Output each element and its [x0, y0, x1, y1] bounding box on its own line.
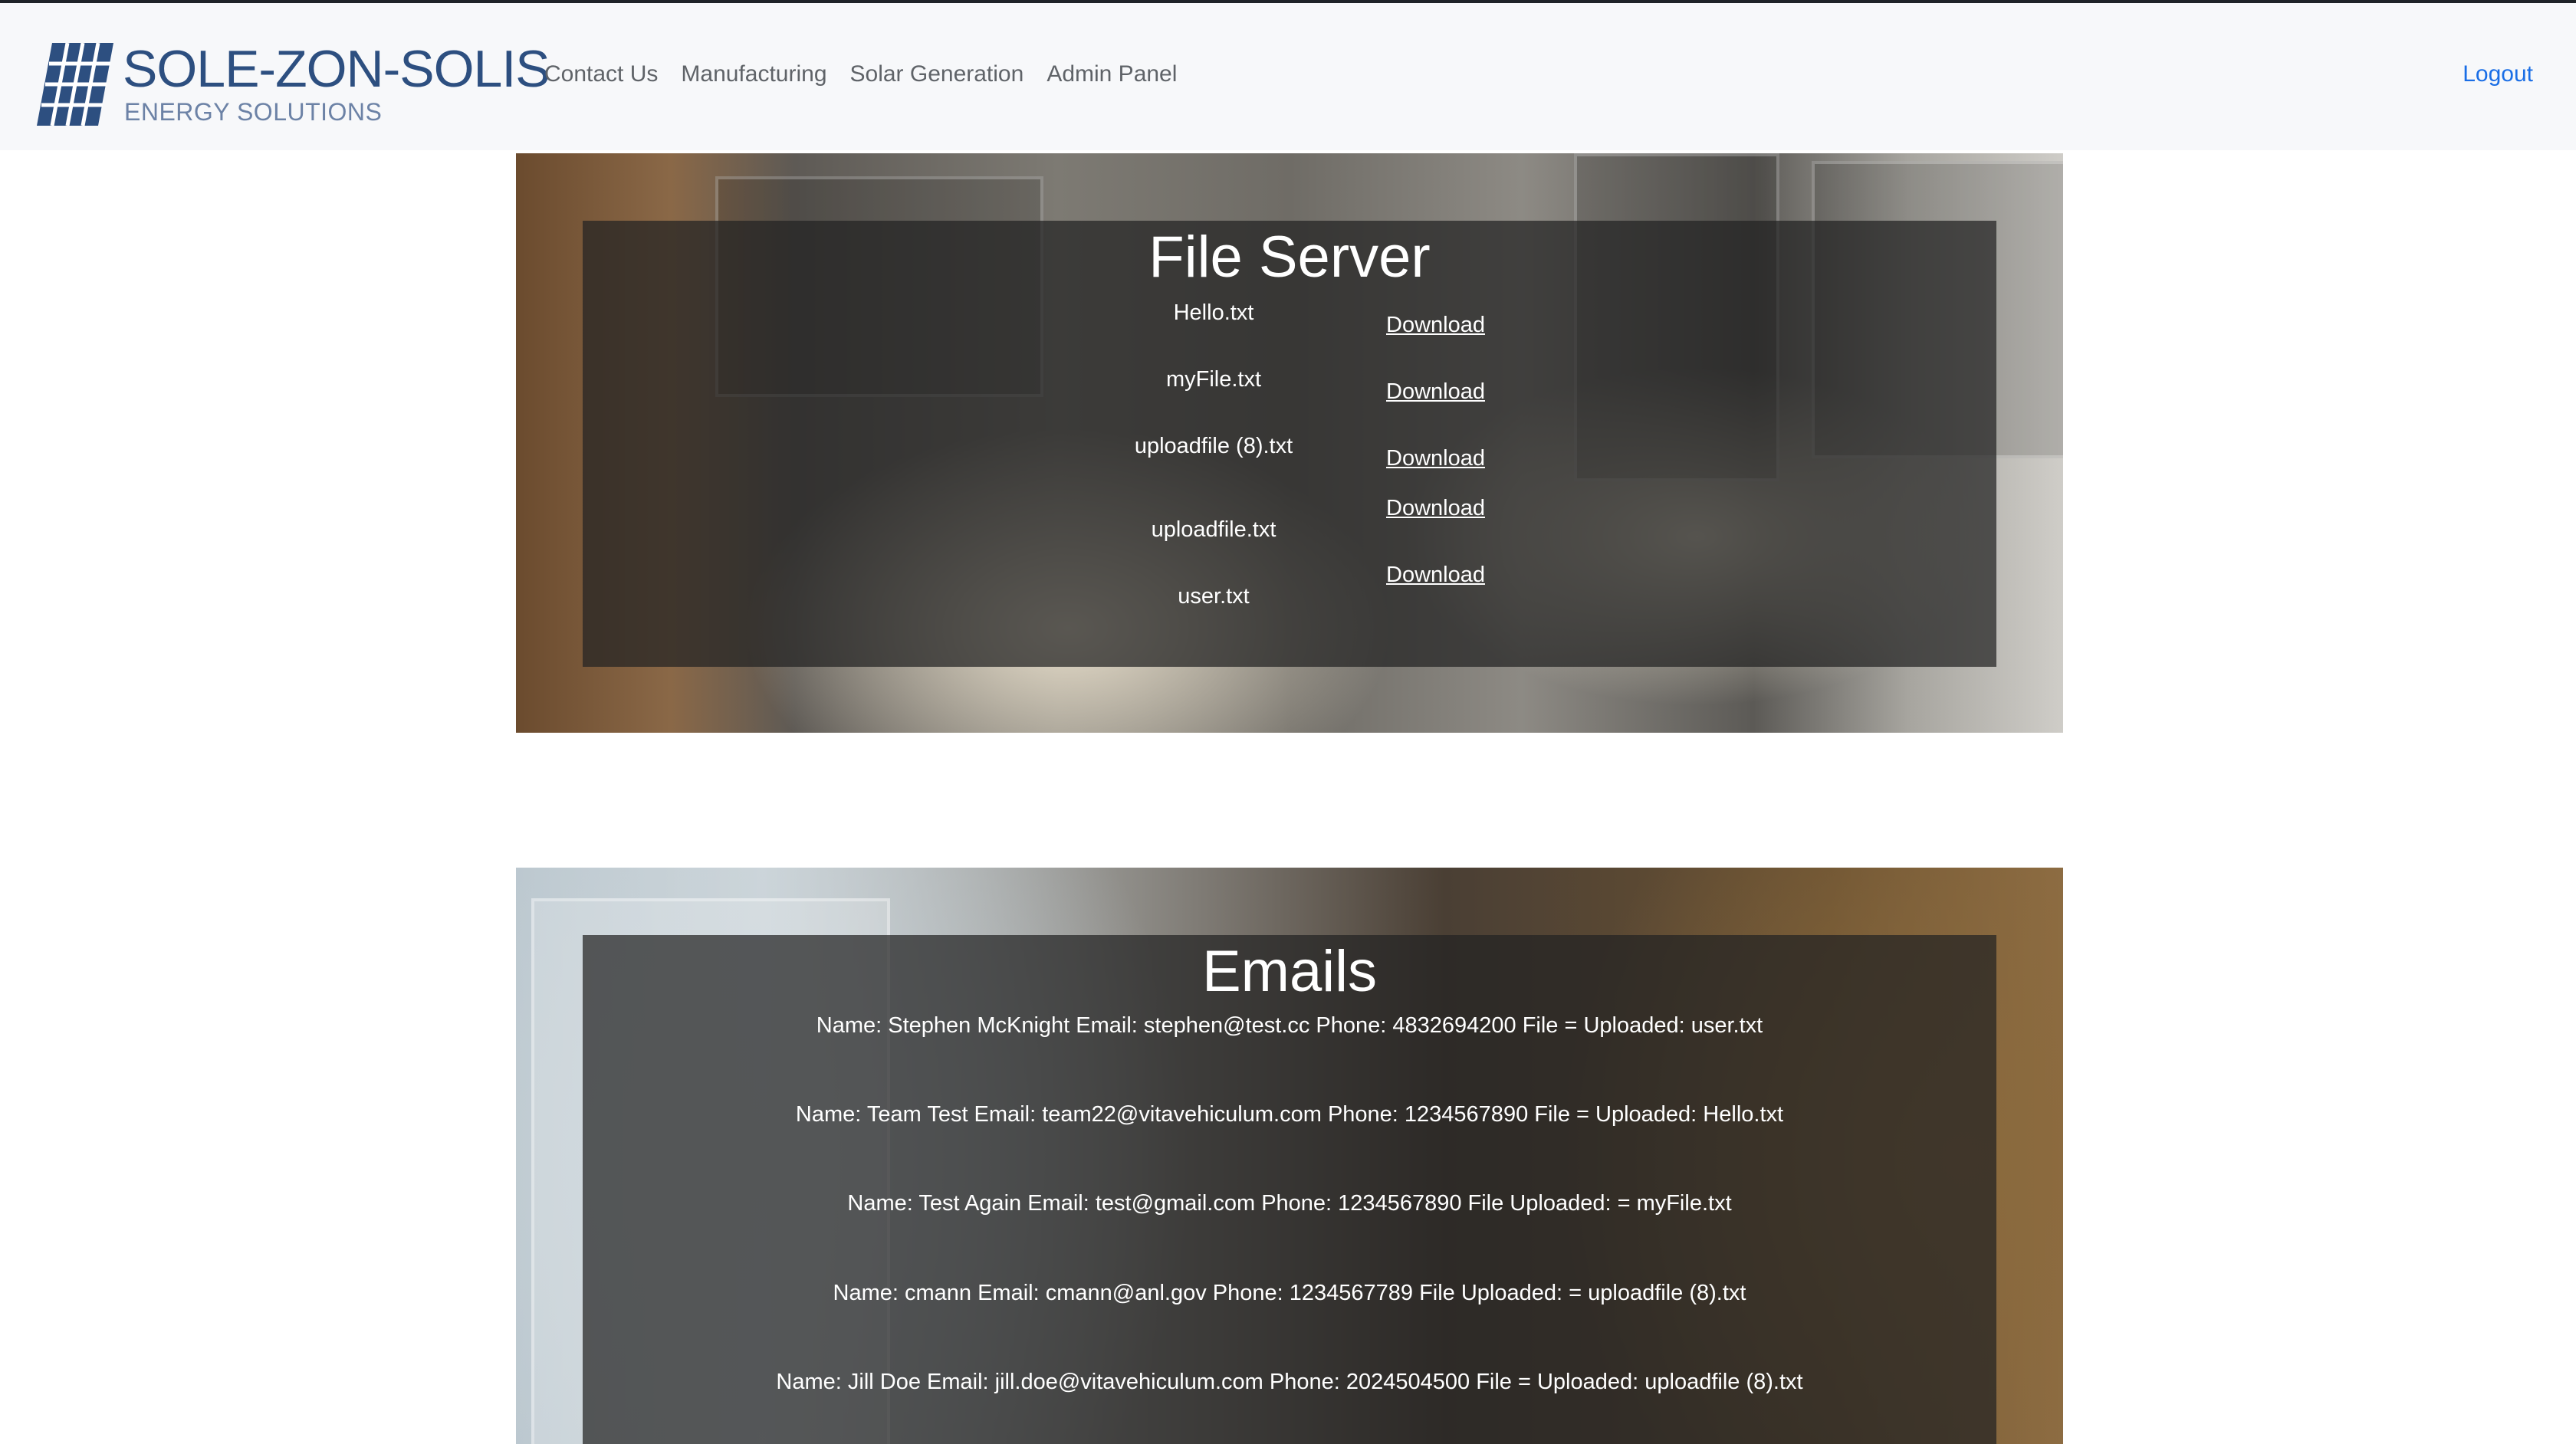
file-row: user.txt Download	[583, 563, 1996, 628]
emails-panel: Emails Name: Stephen McKnight Email: ste…	[583, 935, 1996, 1444]
download-link[interactable]: Download	[1386, 313, 1485, 338]
nav-link-manufacturing[interactable]: Manufacturing	[681, 61, 826, 87]
file-server-title: File Server	[1148, 225, 1431, 290]
file-name: Hello.txt	[1173, 300, 1254, 325]
emails-title: Emails	[1201, 939, 1378, 1004]
nav-link-admin-panel[interactable]: Admin Panel	[1046, 61, 1177, 87]
file-row: myFile.txt Download	[583, 363, 1996, 428]
file-row: uploadfile (8).txt Download	[583, 429, 1996, 497]
emails-section: Emails Name: Stephen McKnight Email: ste…	[516, 868, 2063, 1444]
download-link[interactable]: Download	[1386, 446, 1485, 471]
download-link[interactable]: Download	[1386, 496, 1485, 521]
email-entry: Name: Stephen McKnight Email: stephen@te…	[816, 1013, 1763, 1038]
logout-link[interactable]: Logout	[2463, 61, 2533, 87]
download-link[interactable]: Download	[1386, 563, 1485, 588]
brand-title: SOLE-ZON-SOLIS	[123, 40, 550, 98]
file-row: Hello.txt Download	[583, 296, 1996, 362]
main-nav: Contact Us Manufacturing Solar Generatio…	[544, 61, 1177, 87]
file-name: user.txt	[1178, 584, 1250, 609]
brand-subtitle: ENERGY SOLUTIONS	[124, 98, 383, 126]
browser-viewport: SOLE-ZON-SOLIS ENERGY SOLUTIONS Contact …	[0, 0, 2576, 1444]
email-entry: Name: Jill Doe Email: jill.doe@vitavehic…	[776, 1370, 1803, 1394]
brand-logo[interactable]: SOLE-ZON-SOLIS ENERGY SOLUTIONS	[37, 40, 550, 132]
file-name: uploadfile.txt	[1151, 517, 1276, 542]
solar-panel-icon	[37, 43, 113, 126]
download-link[interactable]: Download	[1386, 379, 1485, 405]
nav-link-solar-generation[interactable]: Solar Generation	[850, 61, 1024, 87]
navbar: SOLE-ZON-SOLIS ENERGY SOLUTIONS Contact …	[0, 3, 2576, 150]
email-entry: Name: Test Again Email: test@gmail.com P…	[847, 1191, 1732, 1216]
nav-link-contact-us[interactable]: Contact Us	[544, 61, 658, 87]
email-entry: Name: cmann Email: cmann@anl.gov Phone: …	[833, 1281, 1746, 1305]
file-row: uploadfile.txt Download	[583, 496, 1996, 562]
file-name: uploadfile (8).txt	[1134, 434, 1293, 458]
file-name: myFile.txt	[1165, 367, 1262, 392]
email-entry: Name: Team Test Email: team22@vitavehicu…	[795, 1102, 1784, 1127]
file-server-panel: File Server Hello.txt Download myFile.tx…	[583, 221, 1996, 667]
file-server-section: File Server Hello.txt Download myFile.tx…	[516, 153, 2063, 733]
